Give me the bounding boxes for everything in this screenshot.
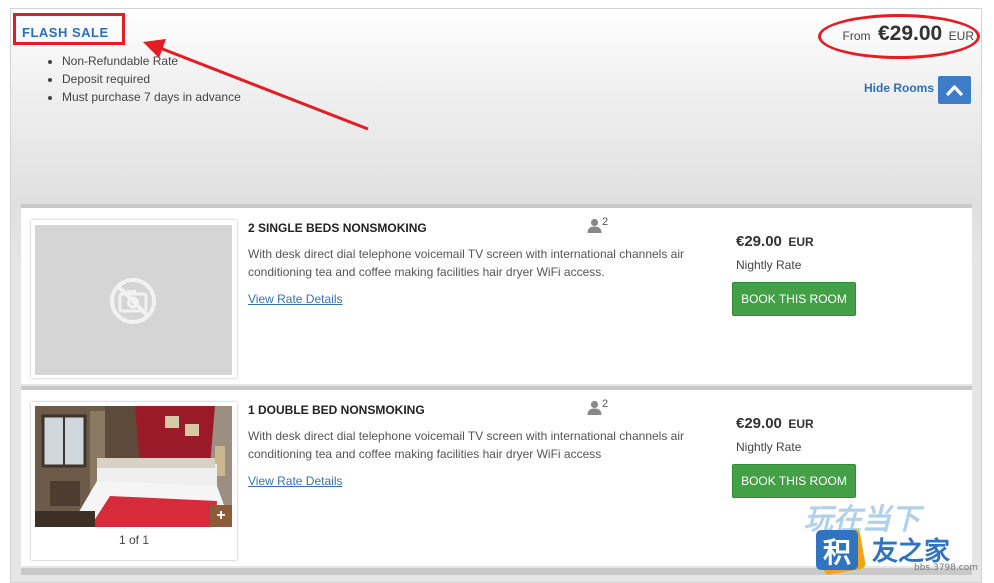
hide-rooms-link[interactable]: Hide Rooms (864, 81, 934, 95)
no-image-placeholder (35, 225, 232, 375)
view-rate-details-link[interactable]: View Rate Details (248, 474, 343, 488)
watermark-line2: 积 (823, 536, 851, 569)
person-icon (587, 218, 602, 233)
room-card: 2 SINGLE BEDS NONSMOKING 2 With desk dir… (21, 204, 972, 384)
rate-conditions: Non-Refundable Rate Deposit required Mus… (49, 52, 241, 106)
price-currency: EUR (788, 235, 814, 249)
annotation-oval (818, 14, 980, 59)
price-currency: EUR (788, 417, 814, 431)
price-amount: €29.00 (736, 233, 782, 250)
collapse-rooms-button[interactable] (938, 76, 971, 104)
person-icon (587, 400, 602, 415)
room-description: With desk direct dial telephone voicemai… (248, 247, 685, 279)
image-counter: 1 of 1 (118, 533, 150, 547)
chevron-up-icon (946, 85, 963, 96)
room-thumbnail: + 1 of 1 (31, 402, 237, 560)
plus-icon[interactable]: + (210, 505, 232, 527)
rate-type: Nightly Rate (736, 440, 802, 454)
occupancy-count: 2 (602, 216, 609, 228)
occupancy-count: 2 (602, 398, 609, 410)
book-room-button[interactable]: BOOK THIS ROOM (732, 282, 856, 316)
condition-item: Must purchase 7 days in advance (62, 88, 241, 106)
price-amount: €29.00 (736, 415, 782, 432)
room-price: €29.00 EUR (736, 233, 814, 251)
hotel-room-photo[interactable]: + (35, 406, 232, 527)
rate-type: Nightly Rate (736, 258, 802, 272)
condition-item: Deposit required (62, 70, 241, 88)
room-title: 2 SINGLE BEDS NONSMOKING (248, 221, 427, 235)
hotel-room-image (35, 406, 232, 527)
room-thumbnail (31, 220, 237, 378)
watermark-logo: 玩在当下 积 友之家 bbs.3798.com (804, 502, 978, 575)
view-rate-details-link[interactable]: View Rate Details (248, 292, 343, 306)
room-price: €29.00 EUR (736, 415, 814, 433)
room-title: 1 DOUBLE BED NONSMOKING (248, 403, 425, 417)
watermark-url: bbs.3798.com (914, 563, 978, 573)
book-room-button[interactable]: BOOK THIS ROOM (732, 464, 856, 498)
occupancy-indicator: 2 (587, 398, 608, 420)
room-description: With desk direct dial telephone voicemai… (248, 429, 685, 461)
occupancy-indicator: 2 (587, 216, 608, 238)
rate-title: FLASH SALE (22, 25, 109, 40)
no-image-icon (110, 278, 156, 324)
condition-item: Non-Refundable Rate (62, 52, 241, 70)
